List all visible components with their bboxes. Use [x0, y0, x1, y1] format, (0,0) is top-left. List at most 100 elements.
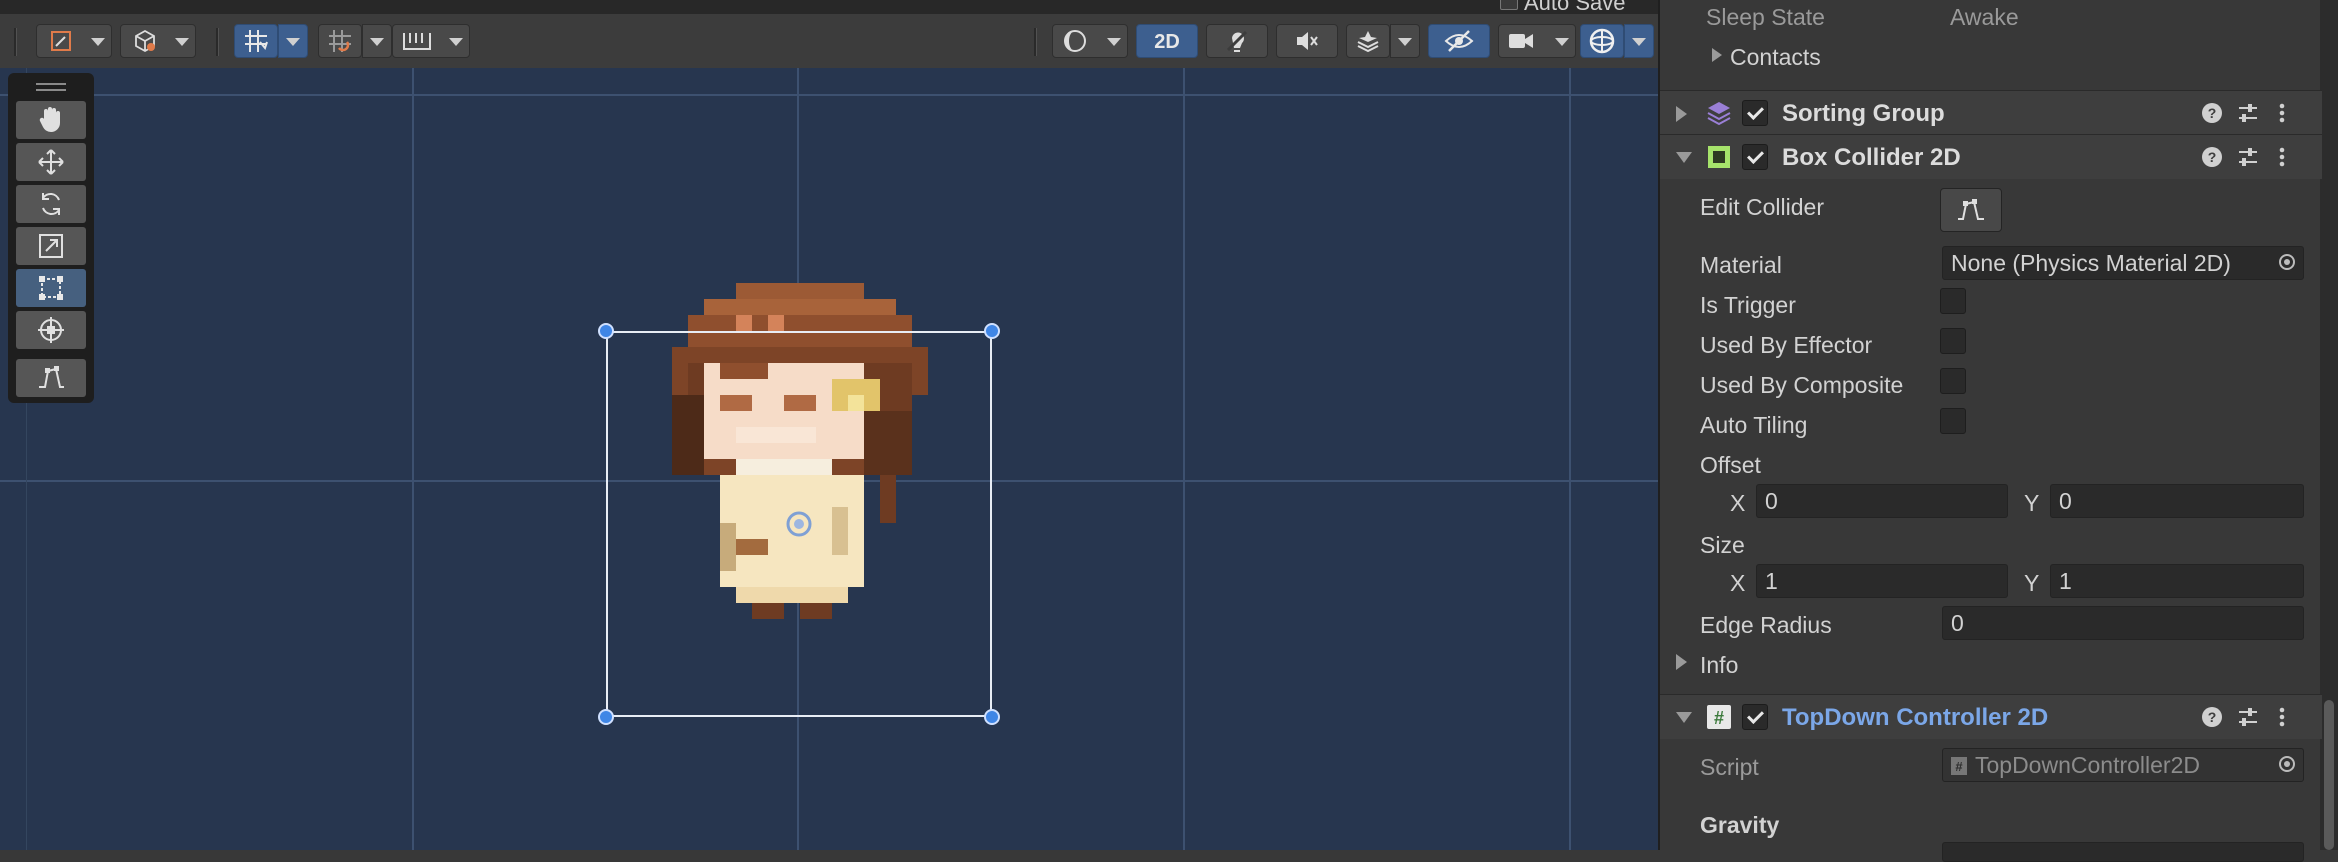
is-trigger-checkbox[interactable] — [1940, 288, 1966, 314]
foldout-arrow-icon — [1676, 152, 1692, 163]
auto-tiling-checkbox[interactable] — [1940, 408, 1966, 434]
presets-icon[interactable] — [2236, 101, 2260, 125]
gizmo-sphere-icon — [1589, 28, 1615, 54]
gizmos-toggle[interactable] — [1580, 24, 1624, 58]
object-picker-icon[interactable] — [2279, 254, 2295, 270]
used-by-composite-checkbox[interactable] — [1940, 368, 1966, 394]
grid-icon — [245, 30, 268, 52]
box-collider-header[interactable]: Box Collider 2D ? — [1660, 134, 2322, 179]
topdown-controller-enabled-checkbox[interactable] — [1742, 704, 1768, 730]
size-x-field[interactable]: 1 — [1756, 564, 2008, 598]
presets-icon[interactable] — [2236, 145, 2260, 169]
scene-view-panel: Auto Save 2D — [0, 0, 1658, 850]
contacts-label: Contacts — [1730, 44, 1821, 70]
scene-camera-button[interactable] — [1498, 24, 1576, 58]
offset-y-field[interactable]: 0 — [2050, 484, 2304, 518]
hand-tool-button[interactable] — [16, 101, 86, 139]
script-object-field: # TopDownController2D — [1942, 748, 2304, 782]
rect-handle-bottom-left[interactable] — [598, 709, 614, 725]
rect-handle-top-right[interactable] — [984, 323, 1000, 339]
snap-increment-button[interactable] — [318, 24, 362, 58]
box-collider-enabled-checkbox[interactable] — [1742, 144, 1768, 170]
chevron-down-icon — [1555, 38, 1569, 46]
contacts-foldout[interactable]: Contacts — [1660, 40, 2322, 76]
presets-icon[interactable] — [2236, 705, 2260, 729]
info-foldout[interactable]: Info — [1660, 646, 2322, 682]
used-by-composite-label: Used By Composite — [1700, 372, 1904, 398]
scene-effects-dropdown[interactable] — [1390, 24, 1420, 58]
scene-effects-button[interactable] — [1346, 24, 1390, 58]
info-label: Info — [1700, 652, 1739, 678]
move-tool-button[interactable] — [16, 143, 86, 181]
more-options-icon[interactable] — [2270, 705, 2294, 729]
inspector-scrollbar[interactable] — [2320, 0, 2338, 850]
edit-collider-label: Edit Collider — [1700, 194, 1824, 220]
rotate-icon — [42, 193, 60, 215]
help-icon[interactable]: ? — [2200, 101, 2224, 125]
gizmos-dropdown[interactable] — [1624, 24, 1654, 58]
muted-speaker-icon — [1297, 32, 1318, 50]
rect-handle-bottom-right[interactable] — [984, 709, 1000, 725]
increment-snap-button[interactable] — [392, 24, 470, 58]
offset-label: Offset — [1700, 452, 1761, 478]
svg-text:#: # — [1955, 759, 1963, 774]
topdown-controller-header[interactable]: # TopDown Controller 2D ? — [1660, 694, 2322, 739]
transform-tool-button[interactable] — [16, 311, 86, 349]
more-options-icon[interactable] — [2270, 145, 2294, 169]
scene-viewport[interactable] — [0, 68, 1658, 850]
scene-audio-toggle[interactable] — [1276, 24, 1338, 58]
edit-collider-tool-button[interactable] — [16, 359, 86, 397]
scene-lighting-toggle[interactable] — [1206, 24, 1268, 58]
is-trigger-row: Is Trigger — [1660, 286, 2322, 322]
edge-radius-field[interactable]: 0 — [1942, 606, 2304, 640]
chevron-down-icon — [1398, 38, 1412, 46]
more-options-icon[interactable] — [2270, 101, 2294, 125]
auto-save-checkbox[interactable] — [1500, 0, 1518, 10]
shaded-sphere-icon — [1064, 30, 1086, 52]
rect-tool-button[interactable] — [16, 269, 86, 307]
overlay-grip[interactable] — [36, 83, 66, 85]
toolbar-grip — [14, 28, 17, 56]
material-value: None (Physics Material 2D) — [1951, 250, 2231, 276]
used-by-effector-row: Used By Effector — [1660, 326, 2322, 362]
grid-snap-toggle[interactable] — [234, 24, 278, 58]
help-icon[interactable]: ? — [2200, 145, 2224, 169]
gravity-header-row: Gravity — [1660, 806, 2322, 842]
chevron-down-icon — [91, 38, 105, 46]
gravity-field-partial[interactable] — [1942, 842, 2304, 862]
layers-effects-icon — [1357, 31, 1379, 53]
ruler-icon — [403, 33, 431, 50]
rotate-tool-button[interactable] — [16, 185, 86, 223]
toggle-2d-button[interactable]: 2D — [1136, 24, 1198, 58]
rect-handle-top-left[interactable] — [598, 323, 614, 339]
sorting-group-header[interactable]: Sorting Group ? — [1660, 90, 2322, 135]
sleep-state-value: Awake — [1950, 4, 2019, 30]
scale-tool-button[interactable] — [16, 227, 86, 265]
size-row: Size — [1660, 526, 2322, 562]
topdown-controller-title[interactable]: TopDown Controller 2D — [1782, 704, 2048, 732]
edit-collider-button[interactable] — [1940, 188, 2002, 232]
auto-tiling-row: Auto Tiling — [1660, 406, 2322, 442]
draw-mode-button[interactable] — [1052, 24, 1128, 58]
tool-handle-rotation-button[interactable] — [120, 24, 196, 58]
edit-collider-icon — [1958, 199, 1984, 220]
used-by-effector-checkbox[interactable] — [1940, 328, 1966, 354]
sorting-group-enabled-checkbox[interactable] — [1742, 100, 1768, 126]
sleep-state-row: Sleep State Awake — [1660, 0, 2322, 36]
grid-line — [412, 68, 414, 850]
tool-handle-position-button[interactable] — [36, 24, 112, 58]
scrollbar-thumb[interactable] — [2324, 700, 2334, 850]
toggle-2d-label: 2D — [1154, 31, 1180, 53]
offset-x-field[interactable]: 0 — [1756, 484, 2008, 518]
grid-dropdown-button[interactable] — [278, 24, 308, 58]
sorting-group-icon — [1707, 102, 1731, 126]
size-y-field[interactable]: 1 — [2050, 564, 2304, 598]
offset-row: Offset — [1660, 446, 2322, 482]
pivot-handle[interactable] — [784, 509, 814, 539]
hidden-objects-toggle[interactable] — [1428, 24, 1490, 58]
is-trigger-label: Is Trigger — [1700, 292, 1796, 318]
material-object-field[interactable]: None (Physics Material 2D) — [1942, 246, 2304, 280]
snap-dropdown-button[interactable] — [362, 24, 392, 58]
help-icon[interactable]: ? — [2200, 705, 2224, 729]
edge-radius-value: 0 — [1951, 610, 1964, 636]
